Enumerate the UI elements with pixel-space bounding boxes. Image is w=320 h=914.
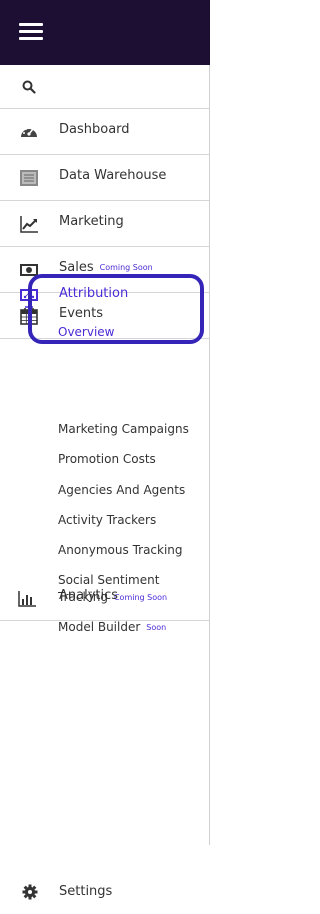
nav-item-analytics[interactable]: Analytics [0, 575, 209, 621]
attribution-highlight [28, 274, 204, 344]
nav-item-marketing[interactable]: Marketing [0, 201, 209, 247]
nav-item-data-warehouse[interactable]: Data Warehouse [0, 155, 209, 201]
soon-badge: Soon [146, 623, 167, 632]
settings-item[interactable]: Settings [0, 872, 210, 914]
nav-label-data-warehouse: Data Warehouse [59, 168, 167, 183]
subnav-marketing-campaigns[interactable]: Marketing Campaigns [58, 421, 189, 437]
settings-label: Settings [59, 884, 113, 899]
chart-line-icon [20, 216, 38, 233]
database-icon [20, 170, 38, 186]
bar-chart-icon [18, 591, 36, 607]
search-icon[interactable] [22, 80, 36, 94]
subnav-anonymous-tracking[interactable]: Anonymous Tracking [58, 542, 183, 558]
coming-soon-badge: Coming Soon [99, 263, 153, 272]
subnav-activity-trackers[interactable]: Activity Trackers [58, 512, 156, 528]
subnav-promotion-costs[interactable]: Promotion Costs [58, 451, 156, 467]
search-row[interactable] [0, 65, 209, 109]
nav-label-sales: Sales Coming Soon [59, 260, 153, 275]
subnav-model-builder[interactable]: Model Builder Soon [58, 619, 166, 636]
nav-label-dashboard: Dashboard [59, 122, 130, 137]
top-bar [0, 0, 210, 65]
gauge-icon [21, 127, 37, 137]
hamburger-icon[interactable] [19, 22, 43, 42]
nav-label-analytics: Analytics [59, 588, 119, 603]
nav-label-marketing: Marketing [59, 214, 124, 229]
subnav-agencies-and-agents[interactable]: Agencies And Agents [58, 482, 185, 498]
nav-item-dashboard[interactable]: Dashboard [0, 109, 209, 155]
gear-icon [22, 884, 38, 900]
